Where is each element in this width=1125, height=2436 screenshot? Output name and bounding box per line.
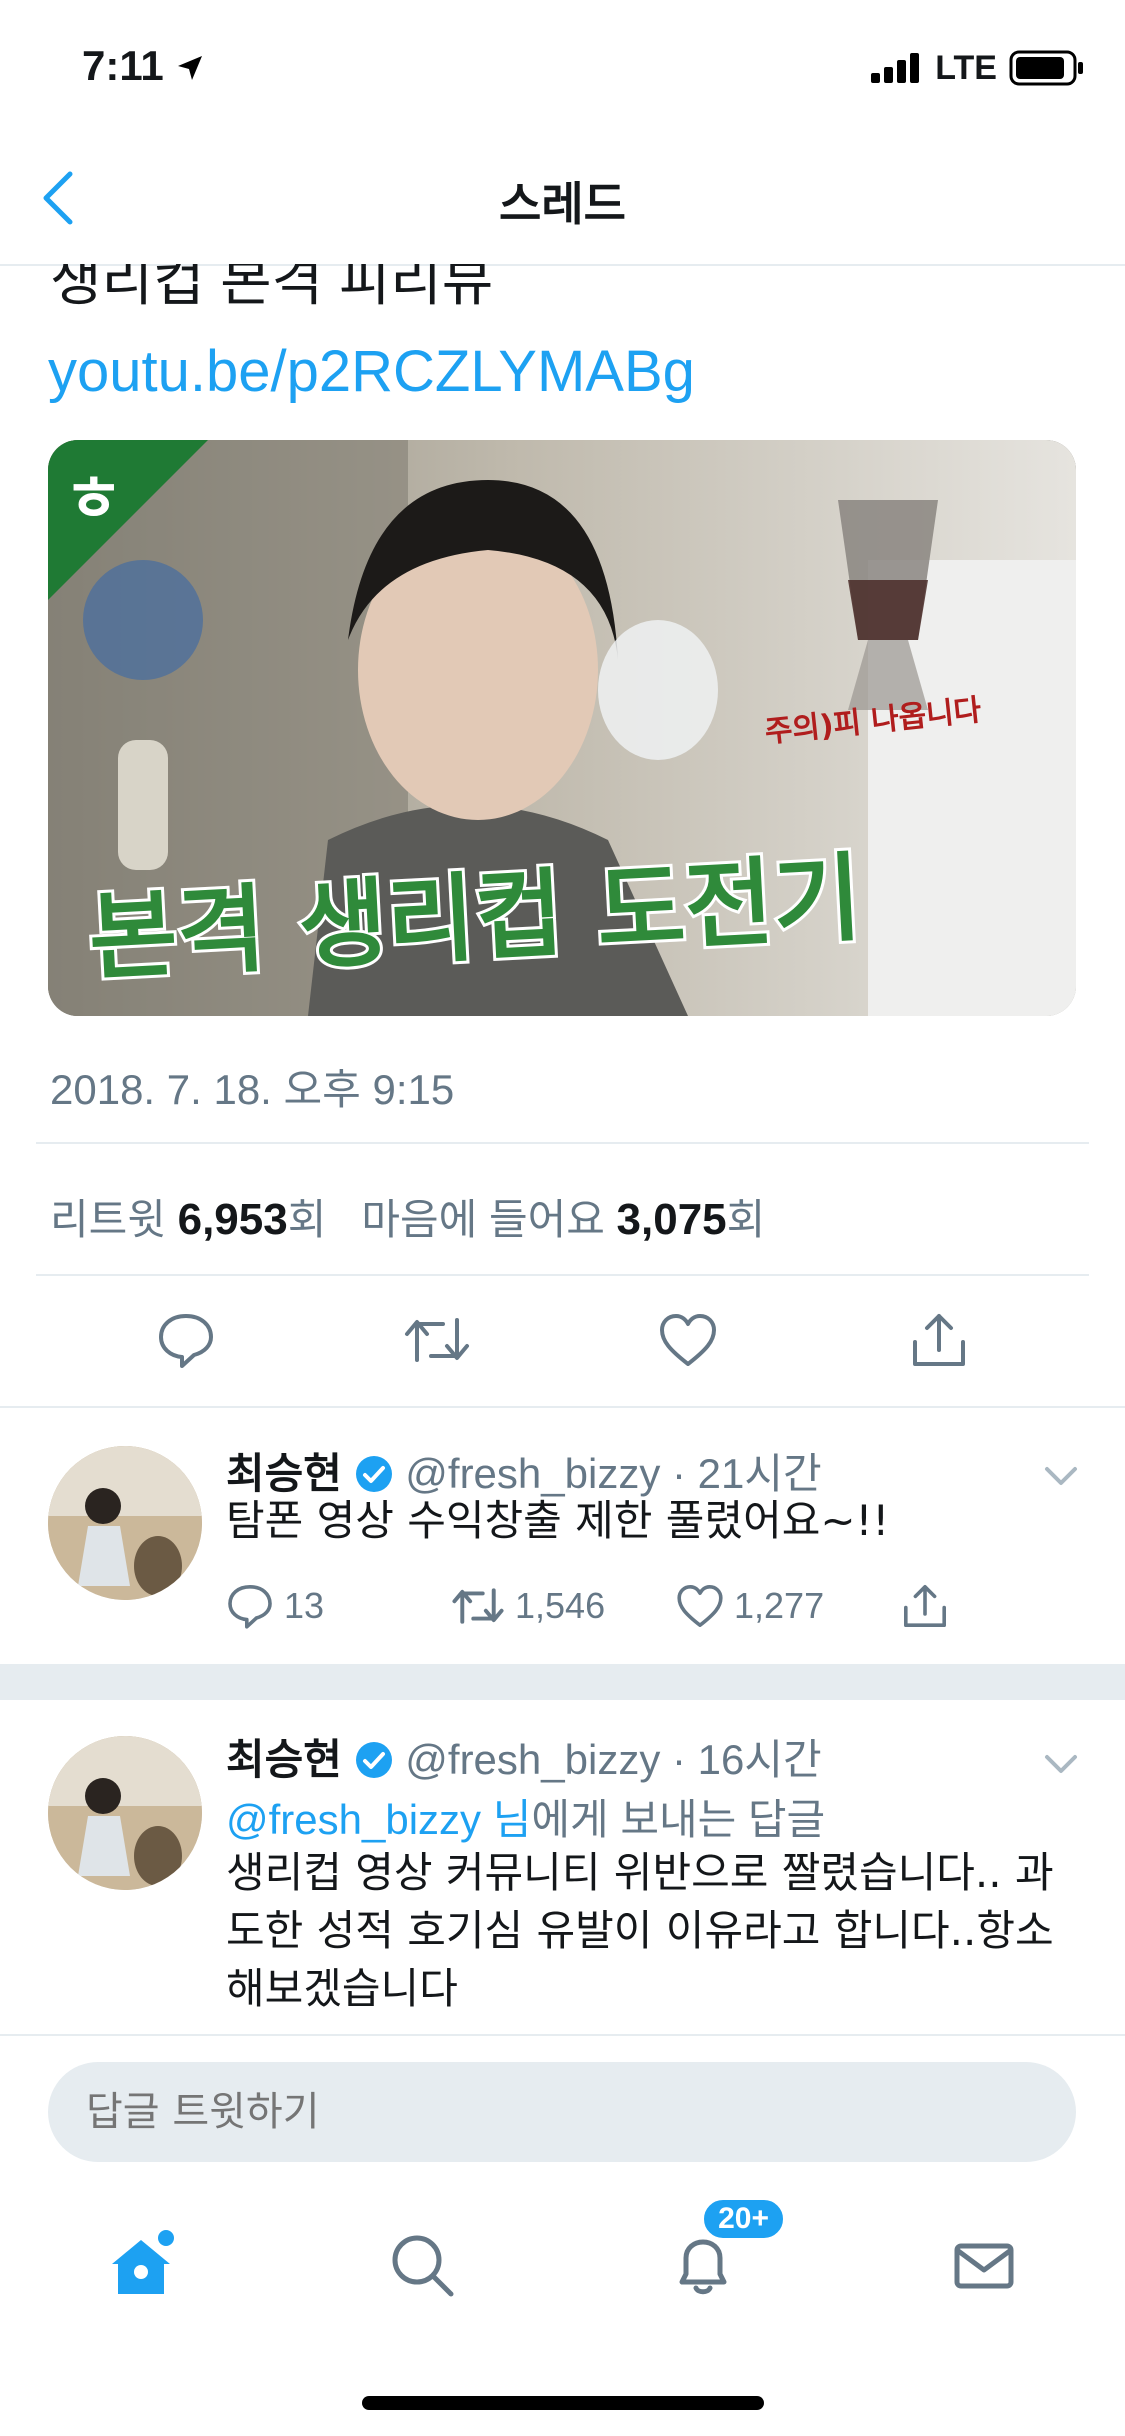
notifications-badge: 20+	[700, 2196, 788, 2242]
reply-actions: 13 1,546 1,277	[226, 1582, 981, 1630]
like-count-button[interactable]: 1,277	[676, 1583, 901, 1629]
location-arrow-icon	[178, 56, 202, 80]
reply-header: 최승현 @fresh_bizzy · 16시간	[226, 1726, 822, 1787]
tweet-stats: 리트윗 6,953회 마음에 들어요 3,075회	[50, 1186, 765, 1247]
retweet-icon	[452, 1588, 504, 1624]
tweet-link[interactable]: youtu.be/p2RCZLYMABg	[48, 338, 695, 405]
handle[interactable]: @fresh_bizzy	[405, 1450, 660, 1497]
reply-icon	[228, 1585, 272, 1629]
verified-badge-icon	[355, 1456, 392, 1492]
reply-text: 탐폰 영상 수익창출 제한 풀렸어요~!!	[226, 1496, 890, 1545]
retweets-label: 리트윗	[50, 1196, 166, 1243]
retweets-unit: 회	[287, 1196, 327, 1243]
reply-count: 13	[284, 1585, 325, 1626]
reply-button[interactable]	[146, 1300, 226, 1380]
share-button[interactable]	[899, 1300, 979, 1380]
home-icon	[111, 2230, 174, 2294]
tweet-actions	[0, 1300, 1125, 1380]
replying-to-handle[interactable]: @fresh_bizzy 님	[226, 1796, 531, 1843]
page-title: 스레드	[499, 177, 626, 231]
signal-icon	[871, 53, 920, 83]
status-time: 7:11	[82, 42, 164, 89]
tab-notifications[interactable]: 20+	[648, 2196, 788, 2320]
reply-text: 생리컵 영상 커뮤니티 위반으로 짤렸습니다.. 과도한 성적 호기심 유발이 …	[226, 1848, 1054, 2013]
reply-tweet-1[interactable]: 최승현 @fresh_bizzy · 21시간 탐폰 영상 수익창출 제한 풀렸…	[0, 1406, 1125, 1664]
tab-bar: 20+	[0, 2196, 1125, 2320]
display-name[interactable]: 최승현	[226, 1736, 342, 1783]
reply-time: · 16시간	[672, 1736, 822, 1783]
retweet-button[interactable]	[397, 1300, 477, 1380]
retweet-icon	[404, 1318, 469, 1362]
retweet-count-button[interactable]: 1,546	[451, 1584, 676, 1628]
video-thumbnail[interactable]: ㅎ 주의)피 나옵니다 본격 생리컵 도전기	[48, 440, 1076, 1016]
verified-badge-icon	[355, 1742, 392, 1778]
status-indicators: LTE	[871, 48, 1085, 88]
home-indicator	[362, 2396, 764, 2410]
likes-count[interactable]: 3,075	[617, 1195, 727, 1244]
tweet-text-partial: 생리컵 본격 피리뷰	[50, 249, 494, 312]
replying-to-label: 에게 보내는 답글	[531, 1796, 826, 1843]
channel-badge: ㅎ	[64, 463, 123, 537]
reply-time: · 21시간	[672, 1450, 822, 1497]
like-count: 1,277	[734, 1585, 825, 1626]
share-icon	[913, 1314, 966, 1366]
search-icon	[392, 2235, 454, 2297]
network-label: LTE	[935, 48, 997, 87]
tab-search[interactable]	[367, 2210, 477, 2320]
section-separator	[0, 1664, 1125, 1698]
reply-compose-field[interactable]	[48, 2062, 1076, 2162]
display-name[interactable]: 최승현	[226, 1450, 342, 1497]
retweets-count[interactable]: 6,953	[178, 1195, 288, 1244]
share-button[interactable]	[901, 1582, 981, 1630]
likes-unit: 회	[726, 1196, 766, 1243]
like-button[interactable]	[648, 1300, 728, 1380]
replying-to: @fresh_bizzy 님에게 보내는 답글	[226, 1786, 825, 1847]
handle[interactable]: @fresh_bizzy	[405, 1736, 660, 1783]
share-icon	[904, 1585, 946, 1627]
mail-icon	[954, 2243, 1014, 2289]
chevron-down-icon[interactable]	[1041, 1744, 1081, 1784]
heart-icon	[660, 1314, 717, 1366]
tab-home[interactable]	[86, 2210, 196, 2320]
reply-tweet-2[interactable]: 최승현 @fresh_bizzy · 16시간 @fresh_bizzy 님에게…	[0, 1698, 1125, 2034]
tab-messages[interactable]	[929, 2210, 1039, 2320]
reply-icon	[158, 1314, 213, 1368]
battery-icon	[1009, 50, 1083, 86]
reply-input[interactable]	[48, 2062, 1076, 2162]
reply-count-button[interactable]: 13	[226, 1582, 451, 1630]
likes-label: 마음에 들어요	[361, 1196, 605, 1243]
avatar[interactable]	[48, 1736, 202, 1890]
heart-icon	[677, 1585, 723, 1627]
retweet-count: 1,546	[515, 1585, 606, 1626]
tweet-timestamp: 2018. 7. 18. 오후 9:15	[50, 1066, 455, 1113]
chevron-down-icon[interactable]	[1041, 1456, 1081, 1496]
avatar[interactable]	[48, 1446, 202, 1600]
